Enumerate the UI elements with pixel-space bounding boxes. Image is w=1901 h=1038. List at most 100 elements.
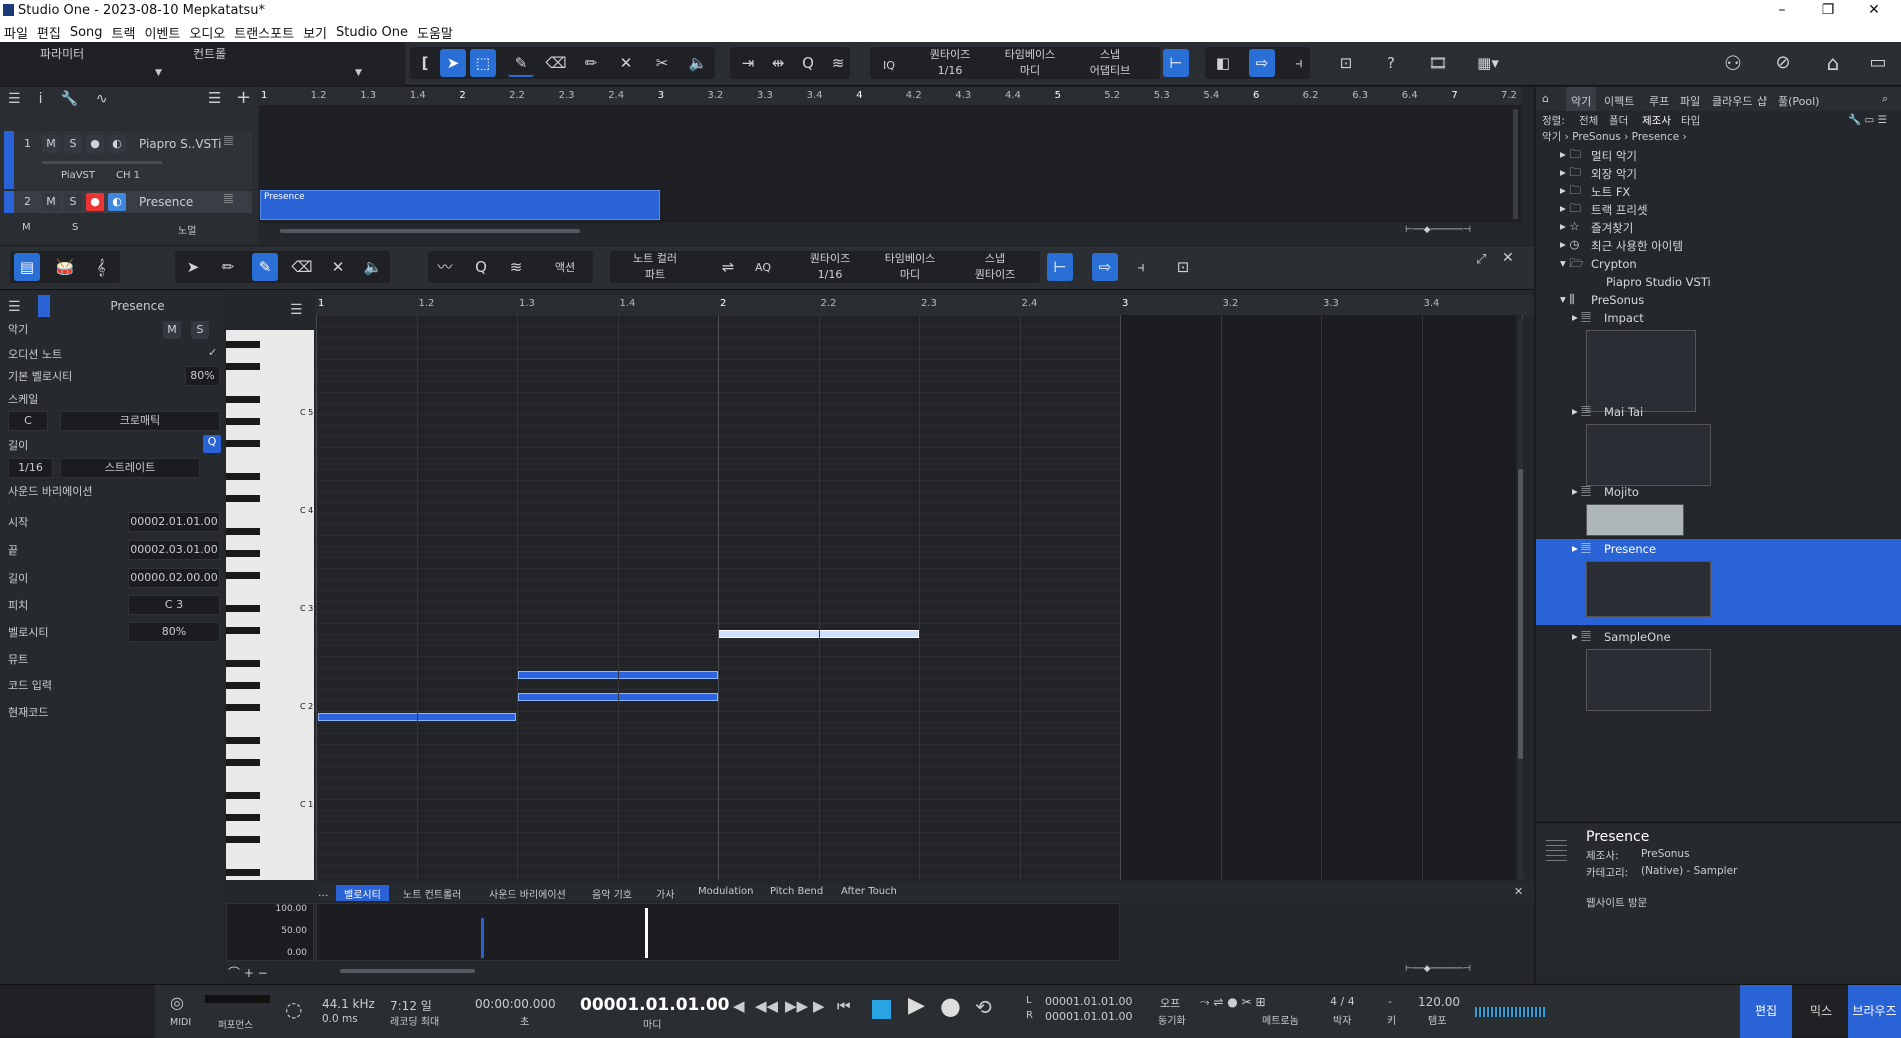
aq-button[interactable]: AQ [748, 261, 778, 275]
mix-view-button[interactable]: 믹스 [1796, 985, 1846, 1038]
sort-all[interactable]: 전체 [1579, 113, 1598, 128]
pitch-field[interactable]: C 3 [128, 595, 220, 615]
tab-shop[interactable]: 샵 [1757, 93, 1767, 109]
bracket-tool-icon[interactable]: [ [412, 49, 438, 77]
split-icon[interactable]: ⫞ [1128, 253, 1154, 281]
mute-button[interactable]: M [42, 135, 60, 153]
black-key[interactable] [226, 704, 260, 711]
tab-pool[interactable]: 풀(Pool) [1778, 93, 1819, 109]
solo-button[interactable]: S [191, 321, 209, 339]
quantize-value[interactable]: 1/16 [910, 64, 990, 78]
menu-transport[interactable]: 트랜스포트 [234, 23, 294, 42]
black-key[interactable] [226, 627, 260, 634]
breadcrumb-item[interactable]: PreSonus [1572, 131, 1621, 143]
black-key[interactable] [226, 737, 260, 744]
expand-icon[interactable]: ⤢ [1476, 252, 1486, 267]
arrange-ruler[interactable]: 1 1.2 1.3 1.4 2 2.2 2.3 2.4 3 3.2 3.3 3.4 4 4.2 4.3 4.4… [259, 87, 1521, 105]
black-key[interactable] [226, 396, 260, 403]
timebase-value[interactable]: 마디 [990, 64, 1070, 78]
tree-item[interactable]: PreSonus [1591, 293, 1644, 307]
time-signature[interactable]: 4 / 4 [1330, 995, 1355, 1008]
nudge-icon[interactable]: ⇥ [735, 49, 761, 77]
action-menu[interactable]: 액션 [540, 261, 590, 275]
loop-end[interactable]: 00001.01.01.00 [1045, 1010, 1132, 1023]
tree-item[interactable]: 트랙 프리셋 [1591, 202, 1648, 218]
track-menu-icon[interactable]: ☰ [208, 89, 221, 107]
plugin-name[interactable]: PiaVST [61, 170, 95, 181]
arrow-tool-icon[interactable]: ➤ [440, 49, 466, 77]
black-key[interactable] [226, 550, 260, 557]
tab-effects[interactable]: 이펙트 [1604, 93, 1634, 109]
quantize-link-icon[interactable]: Q [203, 435, 221, 453]
paint-tool-icon[interactable]: ✎ [252, 253, 278, 281]
tab-controls[interactable]: 컨트롤 [193, 45, 226, 62]
menu-track[interactable]: 트랙 [112, 23, 136, 42]
editor-ruler[interactable]: 1 1.2 1.3 1.4 2 2.2 2.3 2.4 3 3.2 3.3 3.4 [316, 295, 1534, 315]
snap-value[interactable]: 어댑티브 [1070, 64, 1150, 78]
tree-item[interactable]: Crypton [1591, 257, 1637, 271]
master-mute[interactable]: M [22, 222, 31, 233]
tree-item-selected[interactable]: Presence [1604, 542, 1656, 556]
menu-edit[interactable]: 편집 [37, 23, 61, 42]
menu-help[interactable]: 도움말 [417, 23, 453, 42]
mojito-thumbnail[interactable] [1586, 504, 1684, 536]
lane-menu-icon[interactable]: ☰ [290, 302, 303, 318]
channel-select[interactable]: CH 1 [116, 170, 140, 181]
editor-hscroll[interactable] [340, 969, 475, 973]
impact-thumbnail[interactable] [1586, 330, 1696, 412]
length-mode-select[interactable]: 스트레이트 [60, 458, 200, 478]
track-row-selected[interactable]: 2 M S ● ◐ Presence 𝄚 [14, 191, 252, 213]
volume-slider[interactable] [42, 161, 162, 164]
menu-view[interactable]: 보기 [303, 23, 327, 42]
lane-more[interactable]: ... [318, 886, 329, 899]
chevron-down-icon[interactable]: ▼ [155, 68, 162, 78]
stretch-icon[interactable]: ⇹ [765, 49, 791, 77]
add-track-icon[interactable]: + [236, 87, 251, 108]
arrange-zoom-slider[interactable]: ⊢──◆──────⊣ [1405, 225, 1515, 235]
help-button[interactable]: ? [1378, 49, 1404, 77]
loop-start[interactable]: 00001.01.01.00 [1045, 995, 1132, 1008]
tempo-value[interactable]: 120.00 [1418, 995, 1460, 1009]
automation-icon[interactable]: ∿ [96, 91, 108, 107]
timebase-value[interactable]: 마디 [870, 268, 950, 282]
forward-icon[interactable]: ▶▶ [785, 997, 808, 1015]
start-field[interactable]: 00002.01.01.00 [128, 512, 220, 532]
tree-item[interactable]: Mojito [1604, 485, 1639, 499]
video-icon[interactable]: 🎞 [1425, 49, 1451, 77]
range-tool-icon[interactable]: ⬚ [470, 49, 496, 77]
tab-lyrics[interactable]: 가사 [656, 886, 674, 901]
velocity-lane[interactable] [316, 903, 1120, 961]
arrange-hscroll[interactable] [280, 229, 580, 233]
record-button[interactable]: ● [86, 135, 104, 153]
search-icon[interactable]: ⌕ [1882, 92, 1888, 106]
mute-tool-icon[interactable]: ✕ [325, 253, 351, 281]
key-select[interactable]: C [8, 411, 48, 431]
menu-song[interactable]: Song [70, 25, 103, 40]
record-button[interactable]: ● [86, 193, 104, 211]
length-icon[interactable]: ⇌ [715, 253, 741, 281]
groove-icon[interactable]: ≋ [503, 253, 529, 281]
home-icon[interactable]: ⌂ [1542, 92, 1549, 105]
black-key[interactable] [226, 495, 260, 502]
black-key[interactable] [226, 836, 260, 843]
master-solo[interactable]: S [72, 222, 78, 233]
close-lane-icon[interactable]: ✕ [1514, 885, 1523, 898]
note-grid[interactable] [316, 315, 1523, 880]
black-key[interactable] [226, 814, 260, 821]
arrow-tool-icon[interactable]: ➤ [180, 253, 206, 281]
rewind-icon[interactable]: ◀◀ [755, 997, 778, 1015]
eraser-tool-icon[interactable]: ⌫ [289, 253, 315, 281]
time-bars[interactable]: 00001.01.01.00 [580, 995, 730, 1015]
listen-tool-icon[interactable]: 🔈 [685, 49, 711, 77]
black-key[interactable] [226, 440, 260, 447]
mode-select[interactable]: 노멀 [178, 222, 196, 237]
pin-icon[interactable]: ▭ [1865, 49, 1891, 77]
listen-tool-icon[interactable]: 🔈 [360, 253, 386, 281]
drum-view-icon[interactable]: 🥁 [52, 253, 78, 281]
return-zero-icon[interactable]: ⏮ [837, 997, 851, 1015]
mute-tool-icon[interactable]: ✕ [613, 49, 639, 77]
tree-item[interactable]: 멀티 악기 [1591, 148, 1637, 164]
tab-after-touch[interactable]: After Touch [841, 886, 897, 897]
sync-icon[interactable]: ⊘ [1770, 49, 1796, 77]
inspector-track-name[interactable]: Presence [55, 299, 220, 313]
